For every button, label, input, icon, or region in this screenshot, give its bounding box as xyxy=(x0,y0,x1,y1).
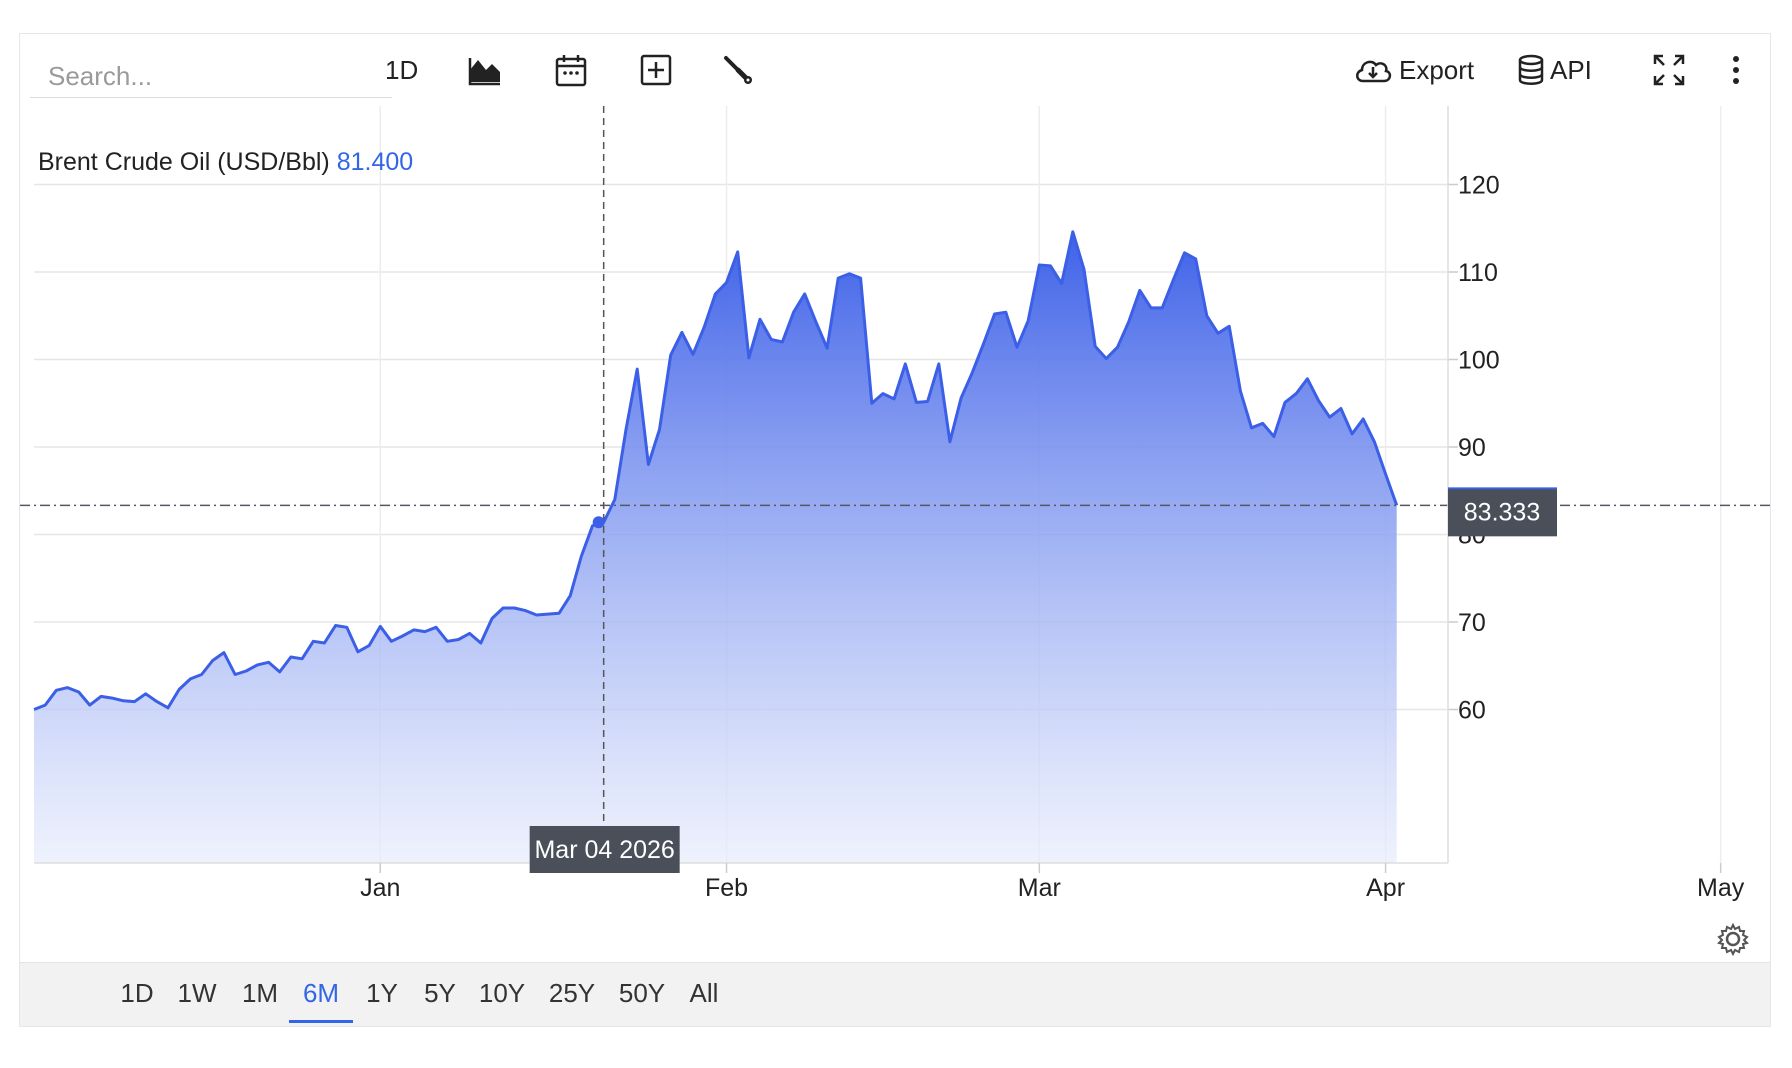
x-tick-label: Mar xyxy=(1018,874,1061,902)
more-menu-button[interactable] xyxy=(1730,50,1742,90)
search-input[interactable] xyxy=(30,56,392,98)
y-tick-label: 70 xyxy=(1458,609,1486,637)
area-chart-icon xyxy=(468,54,502,86)
series-area xyxy=(34,231,1397,864)
y-tick-label: 90 xyxy=(1458,434,1486,462)
more-vertical-icon xyxy=(1730,53,1742,87)
y-tick-label: 120 xyxy=(1458,172,1500,200)
api-button[interactable]: API xyxy=(1518,50,1592,90)
range-button-1m[interactable]: 1M xyxy=(228,963,292,1023)
range-button-10y[interactable]: 10Y xyxy=(470,963,534,1023)
cloud-download-icon xyxy=(1353,55,1393,85)
calendar-icon xyxy=(555,53,587,87)
wrench-icon xyxy=(722,54,754,86)
range-button-all[interactable]: All xyxy=(672,963,736,1023)
range-button-25y[interactable]: 25Y xyxy=(540,963,604,1023)
range-button-1w[interactable]: 1W xyxy=(165,963,229,1023)
x-tick-label: Apr xyxy=(1366,874,1405,902)
fullscreen-button[interactable] xyxy=(1652,50,1686,90)
plus-square-icon xyxy=(640,54,672,86)
interval-button[interactable]: 1D xyxy=(385,50,418,90)
settings-button[interactable] xyxy=(1716,922,1750,957)
legend-value: 81.400 xyxy=(336,148,414,176)
database-icon xyxy=(1518,54,1544,86)
range-button-5y[interactable]: 5Y xyxy=(408,963,472,1023)
y-tick-label: 110 xyxy=(1458,259,1498,287)
chart-legend: Brent Crude Oil (USD/Bbl) 81.400 xyxy=(38,148,413,177)
interval-label: 1D xyxy=(385,54,419,85)
tools-button[interactable] xyxy=(722,50,754,90)
x-tick-label: May xyxy=(1697,874,1745,902)
range-button-6m[interactable]: 6M xyxy=(289,963,353,1023)
api-label: API xyxy=(1550,54,1592,85)
calendar-button[interactable] xyxy=(555,50,587,90)
range-selector: 1D 1W 1M 6M 1Y 5Y 10Y 25Y 50Y All xyxy=(20,962,1770,1026)
export-button[interactable]: Export xyxy=(1353,50,1474,90)
compare-button[interactable] xyxy=(640,50,672,90)
y-tick-label: 60 xyxy=(1458,697,1486,725)
crosshair-price-label: 83.333 xyxy=(1464,498,1540,526)
chart-widget: 1D xyxy=(19,33,1772,1027)
chart-area[interactable]: 60708090100110120JanFebMarAprMayJun 83.3… xyxy=(20,106,1772,964)
gear-icon xyxy=(1716,922,1750,960)
x-tick-label: Jan xyxy=(360,874,400,902)
chart-toolbar: 1D xyxy=(20,34,1770,106)
range-button-1d[interactable]: 1D xyxy=(105,963,169,1023)
range-button-1y[interactable]: 1Y xyxy=(350,963,414,1023)
crosshair-point xyxy=(592,516,605,529)
legend-series-name: Brent Crude Oil (USD/Bbl) xyxy=(38,148,330,176)
export-label: Export xyxy=(1399,54,1475,85)
chart-type-button[interactable] xyxy=(468,50,502,90)
crosshair-date-label: Mar 04 2026 xyxy=(534,836,674,864)
price-chart[interactable]: 60708090100110120JanFebMarAprMayJun 83.3… xyxy=(20,106,1772,964)
range-button-50y[interactable]: 50Y xyxy=(610,963,674,1023)
x-tick-label: Feb xyxy=(705,874,748,902)
y-tick-label: 100 xyxy=(1458,347,1500,375)
fullscreen-icon xyxy=(1652,53,1686,87)
